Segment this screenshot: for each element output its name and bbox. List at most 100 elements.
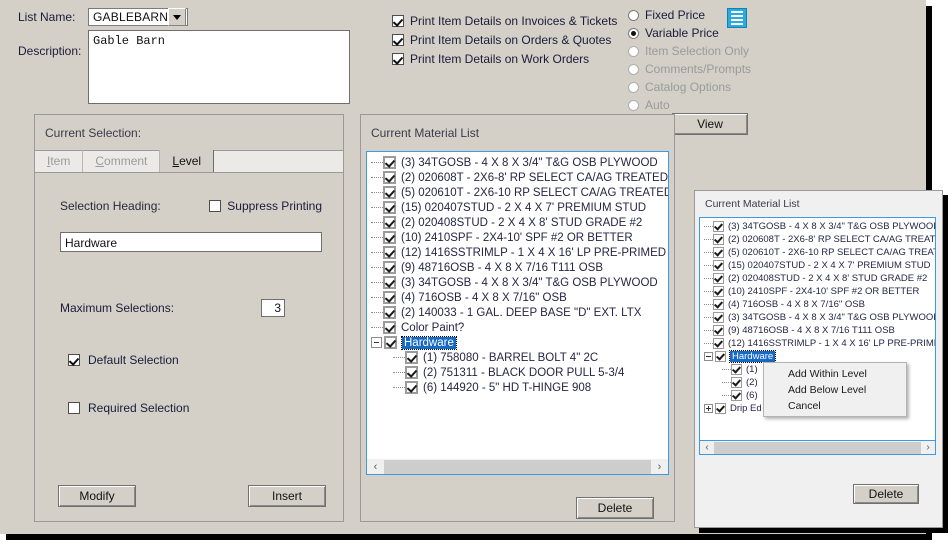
popup-hscrollbar[interactable]: ‹ ›	[699, 441, 936, 455]
list-view-icon[interactable]	[727, 8, 747, 28]
tree-item[interactable]: (15) 020407STUD - 2 X 4 X 7' PREMIUM STU…	[700, 259, 935, 272]
tree-item[interactable]: (12) 1416SSTRIMLP - 1 X 4 X 16' LP PRE-P…	[367, 245, 668, 260]
delete-button[interactable]: Delete	[576, 497, 654, 519]
required-selection-checkbox[interactable]	[68, 402, 80, 414]
tree-item-checkbox[interactable]	[383, 321, 396, 334]
material-list-tree[interactable]: (3) 34TGOSB - 4 X 8 X 3/4" T&G OSB PLYWO…	[366, 151, 669, 468]
collapse-icon[interactable]	[704, 352, 713, 361]
tree-item[interactable]: Color Paint?	[367, 320, 668, 335]
tree-item[interactable]: (2) 020608T - 2X6-8' RP SELECT CA/AG TRE…	[700, 233, 935, 246]
tree-connector	[704, 342, 713, 345]
tree-item[interactable]: (3) 34TGOSB - 4 X 8 X 3/4" T&G OSB PLYWO…	[700, 311, 935, 324]
print-option-checkbox[interactable]	[392, 14, 404, 27]
tree-item[interactable]: (2) 020408STUD - 2 X 4 X 8' STUD GRADE #…	[700, 272, 935, 285]
tree-item-checkbox[interactable]	[713, 312, 724, 323]
tree-item-checkbox[interactable]	[731, 377, 742, 388]
list-name-dropdown-button[interactable]	[168, 8, 186, 26]
tree-item-checkbox[interactable]	[383, 216, 396, 229]
popup-scroll-right-icon[interactable]: ›	[921, 442, 935, 454]
print-option-checkbox[interactable]	[392, 52, 404, 65]
tree-item-checkbox[interactable]	[405, 366, 418, 379]
tree-item[interactable]: (3) 34TGOSB - 4 X 8 X 3/4" T&G OSB PLYWO…	[367, 275, 668, 290]
tree-item-checkbox[interactable]	[713, 234, 724, 245]
tree-item-checkbox[interactable]	[715, 351, 726, 362]
tree-item-checkbox[interactable]	[383, 261, 396, 274]
tree-item-checkbox[interactable]	[384, 336, 397, 349]
suppress-printing-row[interactable]: Suppress Printing	[209, 199, 322, 213]
maximum-selections-row: Maximum Selections: 3	[60, 299, 285, 317]
popup-delete-button[interactable]: Delete	[853, 484, 919, 504]
collapse-icon[interactable]	[371, 337, 382, 348]
tree-item[interactable]: (2) 140033 - 1 GAL. DEEP BASE "D" EXT. L…	[367, 305, 668, 320]
required-selection-row[interactable]: Required Selection	[68, 401, 189, 415]
tree-item-checkbox[interactable]	[383, 306, 396, 319]
suppress-printing-checkbox[interactable]	[209, 200, 222, 212]
selection-heading-input[interactable]: Hardware	[60, 232, 322, 252]
tree-item[interactable]: Hardware	[367, 335, 668, 350]
tree-item-checkbox[interactable]	[713, 247, 724, 258]
tree-item[interactable]: (15) 020407STUD - 2 X 4 X 7' PREMIUM STU…	[367, 200, 668, 215]
tree-item-checkbox[interactable]	[715, 403, 726, 414]
maximum-selections-input[interactable]: 3	[261, 299, 285, 317]
context-menu-item[interactable]: Cancel	[764, 398, 906, 414]
tree-item[interactable]: (1) 758080 - BARREL BOLT 4" 2C	[367, 350, 668, 365]
list-name-combobox[interactable]: GABLEBARN	[88, 8, 188, 26]
tree-item-checkbox[interactable]	[405, 381, 418, 394]
tree-item-checkbox[interactable]	[383, 276, 396, 289]
expand-icon[interactable]	[704, 404, 713, 413]
print-option-row[interactable]: Print Item Details on Orders & Quotes	[392, 30, 617, 49]
tree-item[interactable]: (12) 1416SSTRIMLP - 1 X 4 X 16' LP PRE-P…	[700, 337, 935, 350]
popup-scroll-thumb[interactable]	[714, 441, 921, 454]
tree-item-checkbox[interactable]	[383, 231, 396, 244]
tab-level[interactable]: Level	[160, 150, 215, 172]
default-selection-checkbox[interactable]	[68, 354, 80, 366]
tree-item[interactable]: (2) 020408STUD - 2 X 4 X 8' STUD GRADE #…	[367, 215, 668, 230]
view-button[interactable]: View	[672, 113, 748, 135]
tree-item-checkbox[interactable]	[713, 221, 724, 232]
scroll-thumb[interactable]	[384, 459, 651, 474]
modify-button[interactable]: Modify	[58, 485, 136, 507]
tree-item-checkbox[interactable]	[731, 364, 742, 375]
tree-item-checkbox[interactable]	[713, 260, 724, 271]
tree-item-checkbox[interactable]	[713, 286, 724, 297]
tree-item[interactable]: (10) 2410SPF - 2X4-10' SPF #2 OR BETTER	[700, 285, 935, 298]
tree-item-checkbox[interactable]	[383, 291, 396, 304]
scroll-right-icon[interactable]: ›	[651, 460, 668, 474]
tree-item-checkbox[interactable]	[383, 171, 396, 184]
tree-item-checkbox[interactable]	[383, 201, 396, 214]
tree-item[interactable]: (3) 34TGOSB - 4 X 8 X 3/4" T&G OSB PLYWO…	[367, 155, 668, 170]
tree-item[interactable]: (2) 020608T - 2X6-8' RP SELECT CA/AG TRE…	[367, 170, 668, 185]
print-option-row[interactable]: Print Item Details on Invoices & Tickets	[392, 11, 617, 30]
tree-item[interactable]: (4) 716OSB - 4 X 8 X 7/16" OSB	[700, 298, 935, 311]
print-option-checkbox[interactable]	[392, 33, 404, 46]
tree-item-checkbox[interactable]	[713, 325, 724, 336]
tree-item-checkbox[interactable]	[731, 390, 742, 401]
tree-item[interactable]: (3) 34TGOSB - 4 X 8 X 3/4" T&G OSB PLYWO…	[700, 220, 935, 233]
tree-item-checkbox[interactable]	[405, 351, 418, 364]
context-menu-item[interactable]: Add Below Level	[764, 382, 906, 398]
tree-item[interactable]: (9) 48716OSB - 4 X 8 X 7/16 T111 OSB	[367, 260, 668, 275]
insert-button[interactable]: Insert	[248, 485, 326, 507]
context-menu-item[interactable]: Add Within Level	[764, 366, 906, 382]
tree-item[interactable]: (5) 020610T - 2X6-10 RP SELECT CA/AG TRE…	[700, 246, 935, 259]
tree-item[interactable]: (5) 020610T - 2X6-10 RP SELECT CA/AG TRE…	[367, 185, 668, 200]
print-option-row[interactable]: Print Item Details on Work Orders	[392, 49, 617, 68]
tree-item[interactable]: (6) 144920 - 5" HD T-HINGE 908	[367, 380, 668, 395]
tree-item[interactable]: (9) 48716OSB - 4 X 8 X 7/16 T111 OSB	[700, 324, 935, 337]
tree-item-checkbox[interactable]	[713, 273, 724, 284]
popup-scroll-left-icon[interactable]: ‹	[700, 442, 714, 454]
tree-item-checkbox[interactable]	[383, 156, 396, 169]
tree-item[interactable]: (4) 716OSB - 4 X 8 X 7/16" OSB	[367, 290, 668, 305]
tree-item-checkbox[interactable]	[713, 299, 724, 310]
tree-item-checkbox[interactable]	[383, 186, 396, 199]
price-mode-radio[interactable]	[628, 27, 639, 39]
tree-item-checkbox[interactable]	[383, 246, 396, 259]
tree-item[interactable]: (2) 751311 - BLACK DOOR PULL 5-3/4	[367, 365, 668, 380]
tree-item-checkbox[interactable]	[713, 338, 724, 349]
default-selection-row[interactable]: Default Selection	[68, 353, 179, 367]
description-textarea[interactable]: Gable Barn	[88, 30, 350, 104]
material-list-hscrollbar[interactable]: ‹ ›	[366, 459, 669, 475]
price-mode-radio[interactable]	[628, 9, 639, 21]
tree-item[interactable]: (10) 2410SPF - 2X4-10' SPF #2 OR BETTER	[367, 230, 668, 245]
scroll-left-icon[interactable]: ‹	[367, 460, 384, 474]
